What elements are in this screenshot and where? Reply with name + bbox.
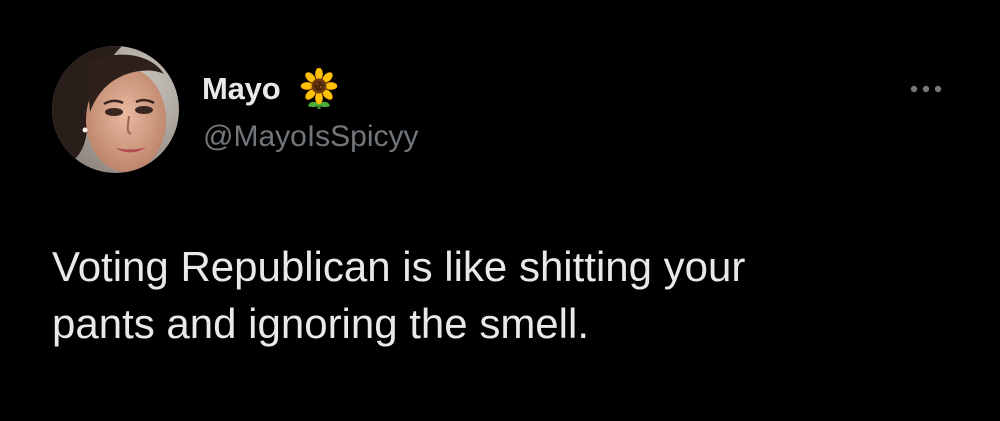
- sunflower-emoji-icon: [298, 68, 340, 110]
- author-handle[interactable]: @MayoIsSpicyy: [203, 120, 419, 154]
- author-display-name[interactable]: Mayo: [202, 71, 281, 107]
- tweet-text-line: Voting Republican is like shitting your: [52, 243, 746, 290]
- tweet-text: Voting Republican is like shitting your …: [52, 238, 972, 352]
- author-name-row: Mayo: [202, 66, 340, 112]
- more-options-icon: [910, 85, 942, 93]
- avatar-image: [52, 46, 179, 173]
- tweet-text-line: pants and ignoring the smell.: [52, 300, 589, 347]
- avatar[interactable]: [52, 46, 179, 173]
- tweet: Mayo @MayoIsSpicyy Voting Republican is …: [0, 0, 1000, 421]
- more-options-button[interactable]: [902, 74, 950, 104]
